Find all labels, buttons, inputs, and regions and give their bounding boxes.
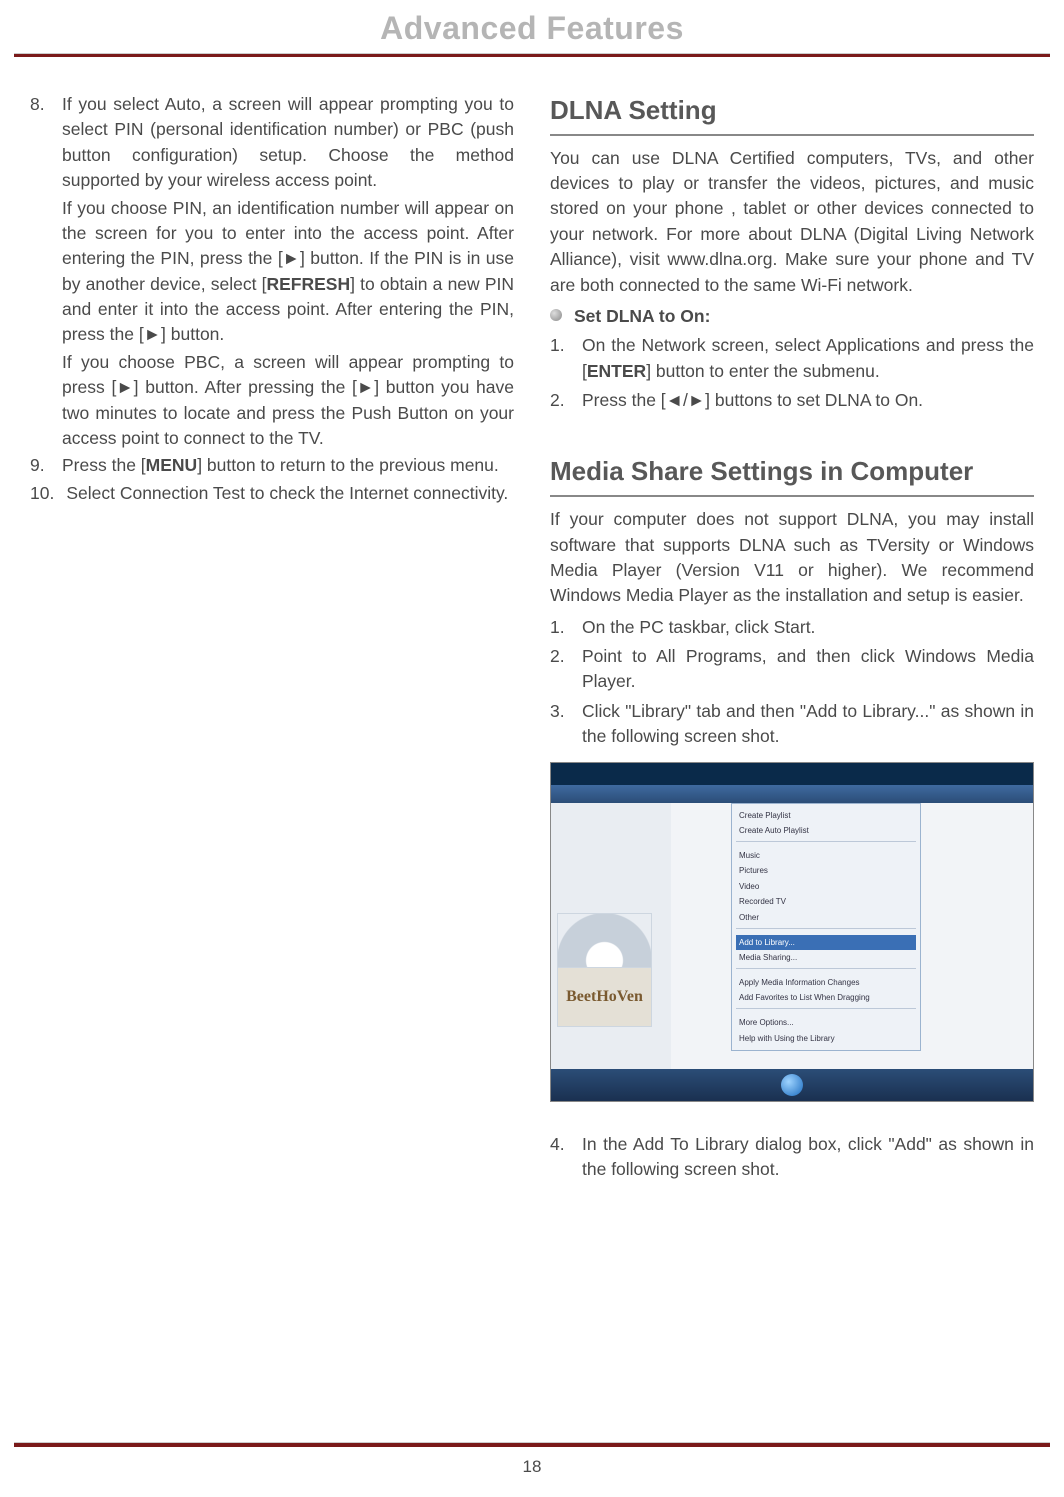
wmp-menu-item-highlighted: Add to Library... (736, 935, 916, 951)
dlna-heading: DLNA Setting (550, 92, 1034, 136)
dlna-step-1-number: 1. (550, 333, 570, 384)
play-button-icon (781, 1074, 803, 1096)
step-9-number: 9. (30, 453, 50, 478)
wmp-menu-item: Add Favorites to List When Dragging (736, 990, 916, 1006)
set-dlna-label: Set DLNA to On: (574, 304, 1034, 329)
wmp-tabbar (551, 785, 1033, 803)
dlna-step-2-number: 2. (550, 388, 570, 413)
wmp-menu-item: Video (736, 879, 916, 895)
media-step-1-number: 1. (550, 615, 570, 640)
page-title: Advanced Features (0, 10, 1064, 53)
media-step-3-text: Click "Library" tab and then "Add to Lib… (582, 699, 1034, 750)
dlna-step-2: 2. Press the [◄/►] buttons to set DLNA t… (550, 388, 1034, 413)
media-step-4: 4. In the Add To Library dialog box, cli… (550, 1132, 1034, 1183)
wmp-body: Create Playlist Create Auto Playlist Mus… (671, 803, 1033, 1069)
media-step-2-text: Point to All Programs, and then click Wi… (582, 644, 1034, 695)
left-column: 8. If you select Auto, a screen will app… (30, 92, 514, 1186)
media-step-2: 2. Point to All Programs, and then click… (550, 644, 1034, 695)
wmp-menu-item: Apply Media Information Changes (736, 975, 916, 991)
dlna-paragraph: You can use DLNA Certified computers, TV… (550, 146, 1034, 298)
wmp-menu-item: Pictures (736, 863, 916, 879)
step-10: 10. Select Connection Test to check the … (30, 481, 514, 506)
set-dlna-bullet: Set DLNA to On: (550, 304, 1034, 329)
wmp-sidebar: BeetHoVen (551, 803, 671, 1069)
media-step-3-number: 3. (550, 699, 570, 750)
content-columns: 8. If you select Auto, a screen will app… (0, 57, 1064, 1186)
footer-rule-red (14, 1443, 1050, 1447)
wmp-artist-art: BeetHoVen (557, 967, 652, 1027)
wmp-menu-item: Music (736, 848, 916, 864)
wmp-menu-item: Create Playlist (736, 808, 916, 824)
step-10-text: Select Connection Test to check the Inte… (66, 481, 514, 506)
step-8-pin-para: If you choose PIN, an identification num… (62, 196, 514, 348)
step-10-number: 10. (30, 481, 54, 506)
wmp-screenshot: BeetHoVen Create Playlist Create Auto Pl… (550, 762, 1034, 1102)
wmp-menu-item: Recorded TV (736, 894, 916, 910)
dlna-step-2-text: Press the [◄/►] buttons to set DLNA to O… (582, 388, 1034, 413)
media-step-3: 3. Click "Library" tab and then "Add to … (550, 699, 1034, 750)
wmp-menu-item: Create Auto Playlist (736, 823, 916, 839)
wmp-titlebar (551, 763, 1033, 785)
step-9: 9. Press the [MENU] button to return to … (30, 453, 514, 478)
wmp-menu-item: Other (736, 910, 916, 926)
step-8-text: If you select Auto, a screen will appear… (62, 92, 514, 194)
media-share-paragraph: If your computer does not support DLNA, … (550, 507, 1034, 609)
step-8-pbc-para: If you choose PBC, a screen will appear … (62, 350, 514, 452)
wmp-menu-item: Help with Using the Library (736, 1031, 916, 1047)
media-share-heading: Media Share Settings in Computer (550, 453, 1034, 497)
step-8: 8. If you select Auto, a screen will app… (30, 92, 514, 194)
page-header: Advanced Features (0, 0, 1064, 57)
wmp-playbar (551, 1069, 1033, 1101)
media-step-4-text: In the Add To Library dialog box, click … (582, 1132, 1034, 1183)
wmp-menu-item: Media Sharing... (736, 950, 916, 966)
step-9-text: Press the [MENU] button to return to the… (62, 453, 514, 478)
bullet-dot-icon (550, 309, 562, 321)
dlna-step-1: 1. On the Network screen, select Applica… (550, 333, 1034, 384)
dlna-step-1-text: On the Network screen, select Applicatio… (582, 333, 1034, 384)
media-step-2-number: 2. (550, 644, 570, 695)
wmp-menu-item: More Options... (736, 1015, 916, 1031)
wmp-library-menu: Create Playlist Create Auto Playlist Mus… (731, 803, 921, 1052)
page-footer: 18 (0, 1442, 1064, 1477)
media-step-4-number: 4. (550, 1132, 570, 1183)
page-number: 18 (0, 1457, 1064, 1477)
step-8-number: 8. (30, 92, 50, 194)
media-step-1: 1. On the PC taskbar, click Start. (550, 615, 1034, 640)
right-column: DLNA Setting You can use DLNA Certified … (550, 92, 1034, 1186)
media-step-1-text: On the PC taskbar, click Start. (582, 615, 1034, 640)
